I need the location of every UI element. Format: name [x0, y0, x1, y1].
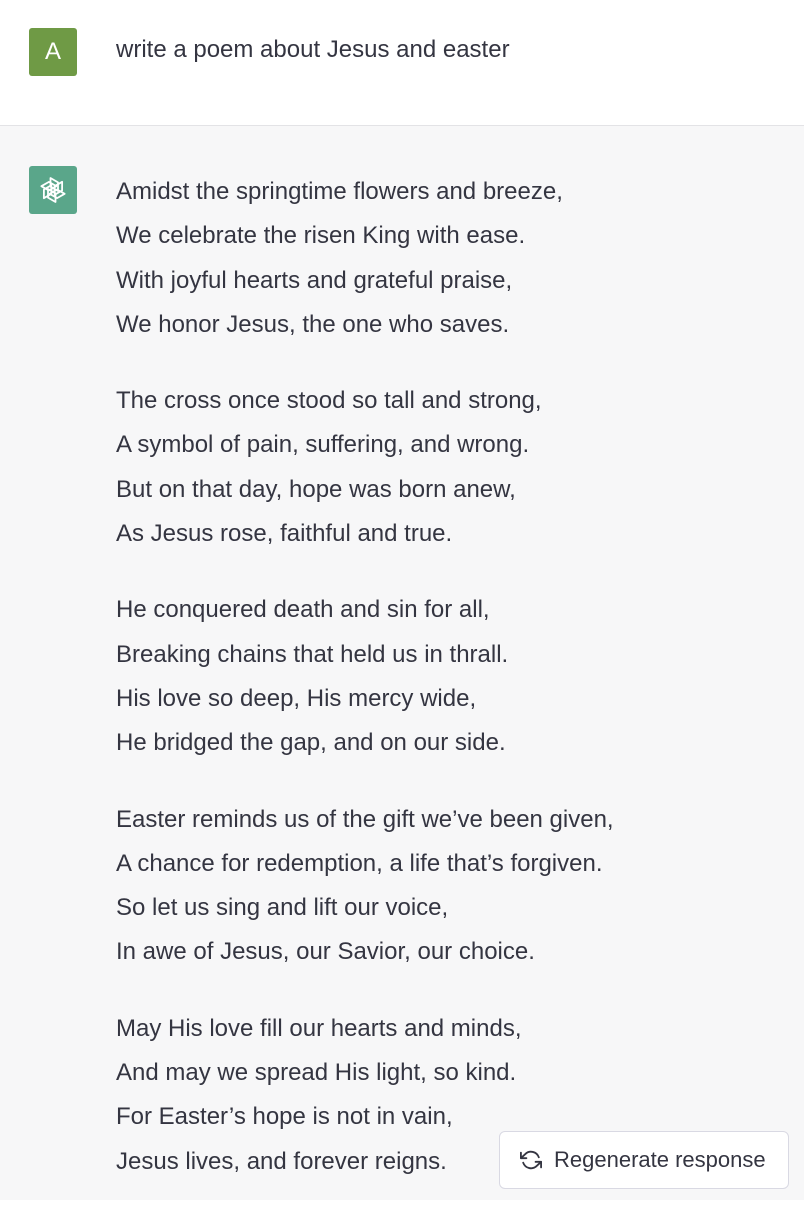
- poem-line: We celebrate the risen King with ease.: [116, 222, 526, 250]
- stanza: The cross once stood so tall and strong,…: [116, 379, 786, 556]
- poem-line: And may we spread His light, so kind.: [116, 1059, 517, 1087]
- poem-line: Breaking chains that held us in thrall.: [116, 640, 509, 668]
- assistant-message-row: Amidst the springtime flowers and breeze…: [0, 126, 804, 1200]
- poem-line: The cross once stood so tall and strong,: [116, 387, 542, 415]
- poem-line: Easter reminds us of the gift we’ve been…: [116, 805, 614, 833]
- regenerate-response-button[interactable]: Regenerate response: [499, 1131, 789, 1189]
- refresh-icon: [520, 1149, 542, 1171]
- poem-line: We honor Jesus, the one who saves.: [116, 310, 510, 338]
- user-message-text: write a poem about Jesus and easter: [116, 36, 510, 63]
- poem: Amidst the springtime flowers and breeze…: [116, 170, 786, 1216]
- stanza: Amidst the springtime flowers and breeze…: [116, 170, 786, 347]
- assistant-avatar: [29, 166, 77, 214]
- poem-line: He conquered death and sin for all,: [116, 596, 490, 624]
- user-message-row: A write a poem about Jesus and easter: [0, 0, 804, 126]
- poem-line: His love so deep, His mercy wide,: [116, 684, 477, 712]
- poem-line: A symbol of pain, suffering, and wrong.: [116, 431, 530, 459]
- poem-line: With joyful hearts and grateful praise,: [116, 266, 513, 294]
- poem-line: Amidst the springtime flowers and breeze…: [116, 178, 563, 205]
- poem-line: A chance for redemption, a life that’s f…: [116, 849, 603, 877]
- poem-line: He bridged the gap, and on our side.: [116, 729, 506, 757]
- regenerate-response-label: Regenerate response: [554, 1147, 766, 1172]
- poem-line: As Jesus rose, faithful and true.: [116, 520, 453, 548]
- poem-line: But on that day, hope was born anew,: [116, 475, 516, 503]
- poem-line: In awe of Jesus, our Savior, our choice.: [116, 938, 535, 966]
- stanza: Easter reminds us of the gift we’ve been…: [116, 798, 786, 975]
- stanza: He conquered death and sin for all, Brea…: [116, 588, 786, 765]
- poem-line: So let us sing and lift our voice,: [116, 894, 449, 922]
- user-avatar: A: [29, 28, 77, 76]
- poem-line: May His love fill our hearts and minds,: [116, 1014, 522, 1042]
- openai-logo-icon: [40, 177, 66, 203]
